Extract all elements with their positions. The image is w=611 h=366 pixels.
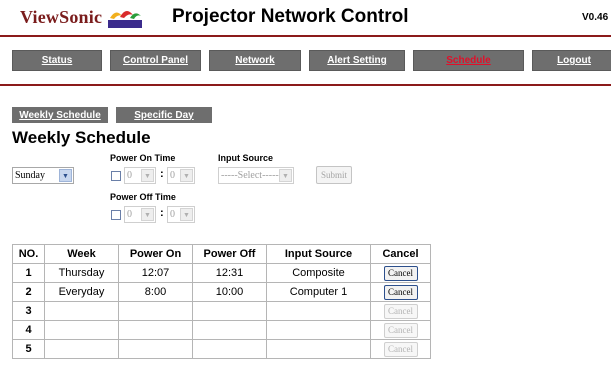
nav-logout[interactable]: Logout: [532, 50, 611, 71]
row-cancel-cell: Cancel: [370, 320, 431, 340]
power-on-checkbox[interactable]: [111, 171, 121, 181]
cancel-button[interactable]: Cancel: [383, 303, 418, 319]
power-on-hour-value: 0: [127, 170, 132, 181]
power-on-minute-select[interactable]: 0 ▼: [167, 167, 195, 184]
row-power-off: 12:31: [192, 263, 267, 283]
day-select-value: Sunday: [15, 170, 45, 181]
row-power-on: [118, 339, 193, 359]
power-off-hour-select[interactable]: 0 ▼: [124, 206, 156, 223]
nav-network[interactable]: Network: [209, 50, 301, 71]
row-power-off: 10:00: [192, 282, 267, 302]
table-row: 1 Thursday 12:07 12:31 Composite Cancel: [12, 263, 431, 283]
brand-logo: ViewSonic: [20, 6, 143, 28]
table-row: 2 Everyday 8:00 10:00 Computer 1 Cancel: [12, 282, 431, 302]
table-row: 3 Cancel: [12, 301, 431, 321]
cancel-button[interactable]: Cancel: [383, 322, 418, 338]
nav-control-panel[interactable]: Control Panel: [110, 50, 201, 71]
column-header: NO.: [12, 244, 45, 264]
row-input-source: [266, 301, 371, 321]
column-header: Input Source: [266, 244, 371, 264]
time-separator: :: [160, 168, 164, 180]
power-on-minute-value: 0: [170, 170, 175, 181]
input-source-select[interactable]: -----Select----- ▼: [218, 167, 294, 184]
row-week: [44, 339, 119, 359]
cancel-button[interactable]: Cancel: [383, 341, 418, 357]
nav-divider: [0, 84, 611, 86]
nav-schedule[interactable]: Schedule: [413, 50, 524, 71]
chevron-down-icon: ▼: [59, 169, 72, 182]
table-row: 5 Cancel: [12, 339, 431, 359]
cancel-button[interactable]: Cancel: [383, 265, 418, 281]
nav-status[interactable]: Status: [12, 50, 102, 71]
input-source-label: Input Source: [218, 153, 274, 163]
row-week: [44, 320, 119, 340]
chevron-down-icon: ▼: [279, 169, 292, 182]
row-power-off: [192, 339, 267, 359]
table-header-row: NO. Week Power On Power Off Input Source…: [12, 244, 431, 264]
row-number: 1: [12, 263, 45, 283]
cancel-button[interactable]: Cancel: [383, 284, 418, 300]
row-power-on: [118, 301, 193, 321]
row-week: Thursday: [44, 263, 119, 283]
power-on-time-label: Power On Time: [110, 153, 176, 163]
tab-weekly-schedule[interactable]: Weekly Schedule: [12, 107, 108, 123]
row-power-on: 8:00: [118, 282, 193, 302]
submit-button[interactable]: Submit: [316, 166, 352, 184]
chevron-down-icon: ▼: [141, 169, 154, 182]
row-cancel-cell: Cancel: [370, 263, 431, 283]
nav-alert-setting[interactable]: Alert Setting: [309, 50, 405, 71]
row-input-source: [266, 320, 371, 340]
schedule-table: NO. Week Power On Power Off Input Source…: [12, 244, 431, 359]
row-number: 3: [12, 301, 45, 321]
table-row: 4 Cancel: [12, 320, 431, 340]
chevron-down-icon: ▼: [180, 169, 193, 182]
row-input-source: [266, 339, 371, 359]
schedule-subtabs: Weekly Schedule Specific Day: [12, 107, 212, 123]
column-header: Cancel: [370, 244, 431, 264]
top-divider: [0, 35, 611, 37]
power-off-checkbox[interactable]: [111, 210, 121, 220]
power-on-hour-select[interactable]: 0 ▼: [124, 167, 156, 184]
row-week: Everyday: [44, 282, 119, 302]
power-off-minute-select[interactable]: 0 ▼: [167, 206, 195, 223]
brand-name: ViewSonic: [20, 6, 103, 27]
input-source-value: -----Select-----: [221, 170, 279, 181]
chevron-down-icon: ▼: [180, 208, 193, 221]
row-power-on: [118, 320, 193, 340]
row-number: 4: [12, 320, 45, 340]
time-separator: :: [160, 207, 164, 219]
row-number: 5: [12, 339, 45, 359]
row-power-off: [192, 301, 267, 321]
main-nav: Status Control Panel Network Alert Setti…: [12, 50, 611, 71]
version-label: V0.46: [582, 12, 609, 23]
power-off-hour-value: 0: [127, 209, 132, 220]
row-week: [44, 301, 119, 321]
column-header: Power Off: [192, 244, 267, 264]
chevron-down-icon: ▼: [141, 208, 154, 221]
row-power-off: [192, 320, 267, 340]
row-input-source: Composite: [266, 263, 371, 283]
row-power-on: 12:07: [118, 263, 193, 283]
section-title: Weekly Schedule: [12, 128, 151, 147]
power-off-minute-value: 0: [170, 209, 175, 220]
day-select[interactable]: Sunday ▼: [12, 167, 74, 184]
viewsonic-birds-icon: [108, 10, 143, 28]
row-cancel-cell: Cancel: [370, 282, 431, 302]
row-number: 2: [12, 282, 45, 302]
row-cancel-cell: Cancel: [370, 301, 431, 321]
column-header: Week: [44, 244, 119, 264]
tab-specific-day[interactable]: Specific Day: [116, 107, 212, 123]
row-cancel-cell: Cancel: [370, 339, 431, 359]
column-header: Power On: [118, 244, 193, 264]
page-title: Projector Network Control: [172, 6, 409, 27]
power-off-time-label: Power Off Time: [110, 192, 176, 202]
row-input-source: Computer 1: [266, 282, 371, 302]
